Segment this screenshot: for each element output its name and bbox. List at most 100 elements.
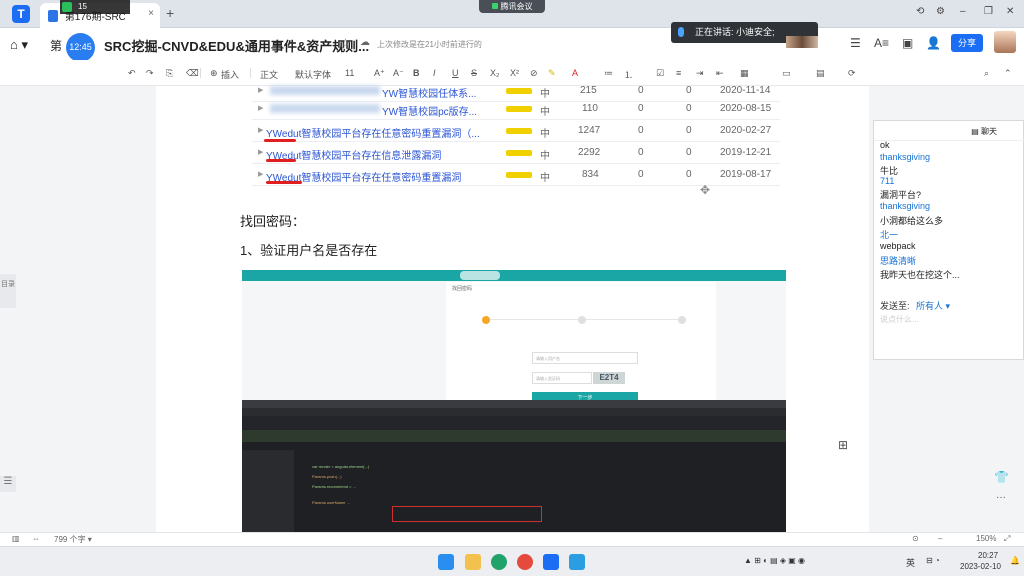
tray-icons[interactable]: ▲ ⊞ ◐ ▤ ◈ ▣ ◉ xyxy=(744,556,805,565)
table-row[interactable]: ▶ YWedut智慧校园平台存在信息泄露漏洞 中 2292 0 0 2019-1… xyxy=(252,142,780,164)
table-row[interactable]: ▶ YWedut智慧校园平台存在任意密码重置漏洞（... 中 1247 0 0 … xyxy=(252,120,780,142)
outline-toggle[interactable]: 目录 xyxy=(0,274,16,308)
list-icon[interactable]: ≔ xyxy=(604,68,613,79)
link-icon[interactable]: ⊘ xyxy=(530,68,538,79)
location-icon[interactable]: ⊙ xyxy=(912,534,919,543)
wifi-volume-icons[interactable]: ⊟ ◔ xyxy=(926,556,940,565)
sidebar-menu-icon[interactable]: ☰ xyxy=(0,476,16,492)
highlight-icon[interactable]: ✎ xyxy=(548,68,556,79)
table-icon[interactable]: ▦ xyxy=(740,68,749,79)
embedded-screenshot[interactable]: 找回密码 请输入用户名 请输入验证码 E2T4 下一步 var render =… xyxy=(242,270,786,532)
meeting-icon xyxy=(491,3,498,9)
meeting-indicator[interactable]: 腾讯会议 xyxy=(479,0,545,13)
checklist-icon[interactable]: ☑ xyxy=(656,68,664,79)
underline-button[interactable]: U xyxy=(452,68,459,78)
row-title[interactable]: YW智慧校园pc版存... xyxy=(382,103,477,118)
blurred-text xyxy=(270,86,380,95)
plugin-icon[interactable]: ⟳ xyxy=(848,68,856,79)
step-dot xyxy=(578,316,586,324)
notification-icon[interactable]: 🔔 xyxy=(1010,556,1020,565)
maximize-button[interactable]: ❐ xyxy=(984,6,993,17)
share-button[interactable]: 分享 xyxy=(951,34,983,52)
zoom-level[interactable]: 150% xyxy=(976,534,996,543)
zoom-out-icon[interactable]: – xyxy=(938,534,942,543)
row-title[interactable]: YWedut智慧校园平台存在任意密码重置漏洞（... xyxy=(266,125,480,140)
severity-bar xyxy=(506,88,532,94)
docs-app-icon[interactable] xyxy=(543,554,559,570)
row-level: 中 xyxy=(540,151,550,162)
explorer-icon[interactable] xyxy=(465,554,481,570)
indent-icon[interactable]: ⇥ xyxy=(696,68,704,79)
image-icon[interactable]: ▭ xyxy=(782,68,791,79)
captcha-image[interactable]: E2T4 xyxy=(593,372,625,384)
more-insert-icon[interactable]: ▤ xyxy=(816,68,825,79)
row-date: 2020-08-15 xyxy=(720,103,772,114)
align-icon[interactable]: ≡ xyxy=(676,68,681,78)
more-icon[interactable]: ··· xyxy=(996,492,1006,503)
chat-message: 漏洞平台? xyxy=(880,190,922,200)
text-format-icon[interactable]: A≡ xyxy=(874,36,889,50)
redo-icon[interactable]: ↷ xyxy=(146,68,154,79)
fullscreen-icon[interactable]: ⤢ xyxy=(1004,534,1010,544)
font-color-icon[interactable]: A xyxy=(572,68,578,78)
meeting-label: 腾讯会议 xyxy=(500,2,533,11)
participant-avatars[interactable] xyxy=(786,36,818,48)
tab-close-icon[interactable]: × xyxy=(148,8,154,19)
add-user-icon[interactable]: 👤 xyxy=(926,36,941,50)
undo-icon[interactable]: ↶ xyxy=(128,68,136,79)
insert-menu[interactable]: 插入 xyxy=(221,68,239,81)
request-list xyxy=(242,450,294,532)
table-row[interactable]: ▶ YW智慧校园pc版存... 中 110 0 0 2020-08-15 xyxy=(252,98,780,120)
word-count[interactable]: 799 个字 ▾ xyxy=(54,534,92,545)
record-icon xyxy=(62,2,72,12)
chrome-icon[interactable] xyxy=(517,554,533,570)
username-input[interactable]: 请输入用户名 xyxy=(532,352,638,364)
expand-icon[interactable]: ▶ xyxy=(258,148,263,156)
expand-icon[interactable]: ▶ xyxy=(258,170,263,178)
expand-icon[interactable]: ▶ xyxy=(258,104,263,112)
italic-button[interactable]: I xyxy=(433,68,436,78)
bold-button[interactable]: B xyxy=(413,68,420,78)
meeting-app-icon[interactable] xyxy=(569,554,585,570)
outdent-icon[interactable]: ⇤ xyxy=(716,68,724,79)
restore-icon[interactable]: ⟲ xyxy=(916,6,924,17)
minimize-button[interactable]: – xyxy=(960,6,966,17)
site-header-bar xyxy=(242,270,786,281)
strike-button[interactable]: S xyxy=(471,68,477,78)
home-icon[interactable]: ⌂ ▾ xyxy=(10,37,28,53)
start-icon[interactable] xyxy=(438,554,454,570)
superscript-icon[interactable]: X² xyxy=(510,68,519,78)
document-title[interactable]: SRC挖掘-CNVD&EDU&通用事件&资产规则... xyxy=(104,36,369,55)
user-avatar[interactable] xyxy=(994,31,1016,53)
width-icon[interactable]: ⇔ xyxy=(32,534,40,543)
settings-icon[interactable]: ⚙ xyxy=(936,6,945,17)
collapse-icon[interactable]: ⌃ xyxy=(1004,68,1012,79)
row-level: 中 xyxy=(540,173,550,184)
sidebar-icon[interactable]: ▥ xyxy=(12,534,20,543)
star-icon[interactable]: ☆ xyxy=(340,36,351,50)
tshirt-icon[interactable]: 👕 xyxy=(994,470,1009,484)
subscript-icon[interactable]: X₂ xyxy=(490,68,500,78)
close-window-button[interactable]: ✕ xyxy=(1006,6,1014,17)
search-icon[interactable]: ⌕ xyxy=(984,68,989,79)
highlight-box xyxy=(392,506,542,522)
expand-icon[interactable]: ▶ xyxy=(258,86,263,94)
expand-icon[interactable]: ▶ xyxy=(258,126,263,134)
menu-icon[interactable]: ☰ xyxy=(850,36,861,50)
app-logo-icon[interactable]: T xyxy=(12,5,30,23)
present-icon[interactable]: ▣ xyxy=(902,36,913,50)
format-painter-icon[interactable]: ⎘ xyxy=(166,68,173,79)
send-to-select[interactable]: 所有人 ▾ xyxy=(916,299,950,312)
font-size-select[interactable]: 11 xyxy=(345,68,354,78)
input-language[interactable]: 英 xyxy=(906,556,915,569)
clear-format-icon[interactable]: ⌫ xyxy=(186,68,199,79)
decrease-font-icon[interactable]: A⁻ xyxy=(393,68,404,79)
insert-icon[interactable]: ⊕ xyxy=(210,68,218,79)
chat-input[interactable]: 说点什么... xyxy=(880,314,919,325)
edge-icon[interactable] xyxy=(491,554,507,570)
new-tab-button[interactable]: + xyxy=(166,5,174,21)
add-comment-icon[interactable]: ⊞ xyxy=(838,438,848,452)
captcha-input[interactable]: 请输入验证码 xyxy=(532,372,592,384)
increase-font-icon[interactable]: A⁺ xyxy=(374,68,385,79)
row-a: 0 xyxy=(638,125,644,136)
